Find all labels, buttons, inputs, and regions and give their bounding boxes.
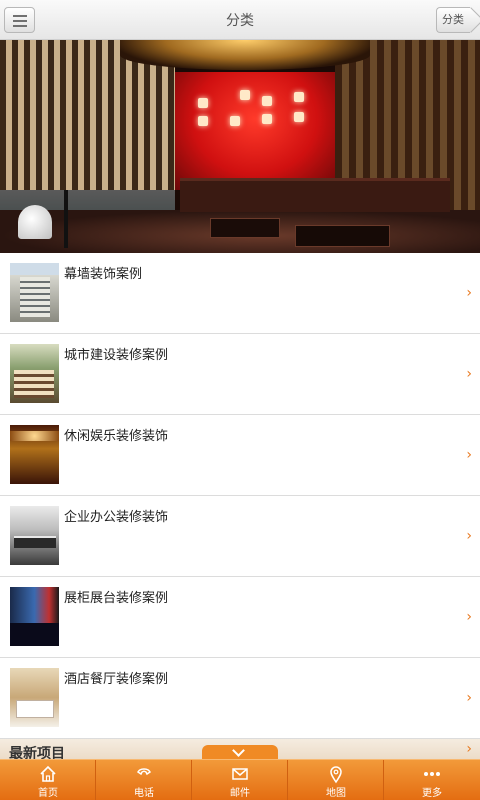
phone-icon	[137, 768, 151, 776]
chevron-right-icon: ›	[466, 285, 472, 301]
thumbnail-image	[10, 425, 59, 484]
nav-mail[interactable]: 邮件	[192, 760, 288, 800]
chevron-down-icon	[232, 744, 245, 757]
chevron-right-icon: ›	[466, 447, 472, 463]
nav-label: 邮件	[230, 788, 250, 799]
list-item-label: 城市建设装修案例	[64, 348, 169, 363]
thumbnail-image	[10, 263, 59, 322]
more-icon	[424, 772, 440, 776]
map-pin-icon	[330, 766, 342, 784]
menu-icon	[13, 15, 27, 17]
banner-photo-part	[294, 112, 304, 122]
thumbnail-image	[10, 587, 59, 646]
category-button-label: 分类	[442, 13, 464, 26]
nav-label: 更多	[422, 788, 442, 799]
list-item-label: 企业办公装修装饰	[64, 510, 169, 525]
menu-icon-bar	[13, 25, 27, 27]
category-list: 幕墙装饰案例 › 城市建设装修案例 › 休闲娱乐装修装饰 › 企业办公装修装饰 …	[0, 253, 480, 739]
nav-label: 首页	[38, 788, 58, 799]
list-item[interactable]: 酒店餐厅装修案例 ›	[0, 658, 480, 739]
nav-phone[interactable]: 电话	[96, 760, 192, 800]
mail-icon	[232, 768, 248, 780]
thumbnail-image	[10, 344, 59, 403]
banner-photo-part	[262, 96, 272, 106]
home-icon	[40, 765, 56, 782]
list-item-label: 展柜展台装修案例	[64, 591, 169, 606]
menu-icon-bar	[13, 20, 27, 22]
nav-map[interactable]: 地图	[288, 760, 384, 800]
banner-photo-part	[295, 225, 390, 247]
banner-photo-part	[180, 178, 450, 212]
chevron-right-icon: ›	[466, 690, 472, 706]
banner-photo-part	[240, 90, 250, 100]
chevron-right-icon: ›	[466, 609, 472, 625]
nav-home[interactable]: 首页	[0, 760, 96, 800]
banner-photo-part	[120, 40, 370, 70]
banner-photo-part	[198, 116, 208, 126]
banner-photo-part	[198, 98, 208, 108]
banner-photo-part	[294, 92, 304, 102]
chevron-right-icon: ›	[466, 528, 472, 544]
nav-label: 地图	[326, 788, 346, 799]
list-item[interactable]: 城市建设装修案例 ›	[0, 334, 480, 415]
banner-photo-part	[262, 114, 272, 124]
page-title: 分类	[226, 13, 254, 29]
nav-more[interactable]: 更多	[384, 760, 480, 800]
list-item[interactable]: 展柜展台装修案例 ›	[0, 577, 480, 658]
chevron-right-icon: ›	[466, 366, 472, 382]
list-item-label: 休闲娱乐装修装饰	[64, 429, 169, 444]
banner-carousel[interactable]	[0, 40, 480, 253]
thumbnail-image	[10, 668, 59, 727]
banner-photo-part	[210, 218, 280, 238]
thumbnail-image	[10, 506, 59, 565]
section-title: 最新项目	[9, 746, 65, 759]
list-item[interactable]: 休闲娱乐装修装饰 ›	[0, 415, 480, 496]
banner-photo-part	[230, 116, 240, 126]
menu-button[interactable]	[4, 7, 35, 33]
nav-label: 电话	[134, 788, 154, 799]
top-bar: 分类 分类	[0, 0, 480, 40]
chevron-right-icon: ›	[466, 741, 472, 757]
list-item-label: 幕墙装饰案例	[64, 267, 143, 282]
bottom-nav: 首页 电话 邮件 地图 更多	[0, 759, 480, 800]
banner-photo-part	[175, 72, 335, 190]
list-item[interactable]: 幕墙装饰案例 ›	[0, 253, 480, 334]
banner-photo-part	[64, 190, 68, 248]
category-button[interactable]: 分类	[436, 7, 480, 33]
list-item[interactable]: 企业办公装修装饰 ›	[0, 496, 480, 577]
banner-photo-part	[18, 205, 52, 239]
list-item-label: 酒店餐厅装修案例	[64, 672, 169, 687]
